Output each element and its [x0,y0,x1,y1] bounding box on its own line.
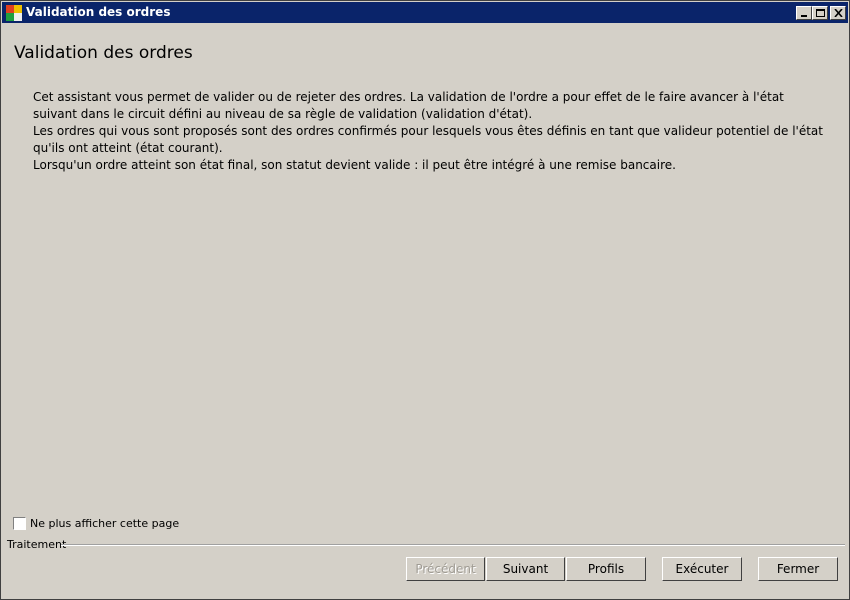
title-bar[interactable]: Validation des ordres [2,2,848,23]
description-text: Cet assistant vous permet de valider ou … [33,89,823,174]
previous-button[interactable]: Précédent [406,557,485,581]
app-icon [6,5,22,21]
wizard-window: Validation des ordres Validation des ord… [0,0,850,600]
page-title: Validation des ordres [14,43,193,63]
description-paragraph: Les ordres qui vous sont proposés sont d… [33,124,823,155]
next-button[interactable]: Suivant [486,557,565,581]
close-button[interactable] [830,6,846,20]
profiles-button[interactable]: Profils [566,557,646,581]
execute-button[interactable]: Exécuter [662,557,742,581]
dont-show-label[interactable]: Ne plus afficher cette page [30,517,179,531]
close-icon [834,9,843,17]
dont-show-checkbox[interactable] [13,517,26,530]
maximize-icon [816,9,825,17]
close-window-button[interactable]: Fermer [758,557,838,581]
maximize-button[interactable] [812,6,828,20]
treatment-group-label: Traitement [7,538,67,551]
minimize-button[interactable] [796,6,812,20]
treatment-separator [61,544,845,546]
description-paragraph: Lorsqu'un ordre atteint son état final, … [33,158,676,172]
window-title: Validation des ordres [26,5,171,19]
description-paragraph: Cet assistant vous permet de valider ou … [33,90,784,121]
minimize-icon [801,15,807,17]
